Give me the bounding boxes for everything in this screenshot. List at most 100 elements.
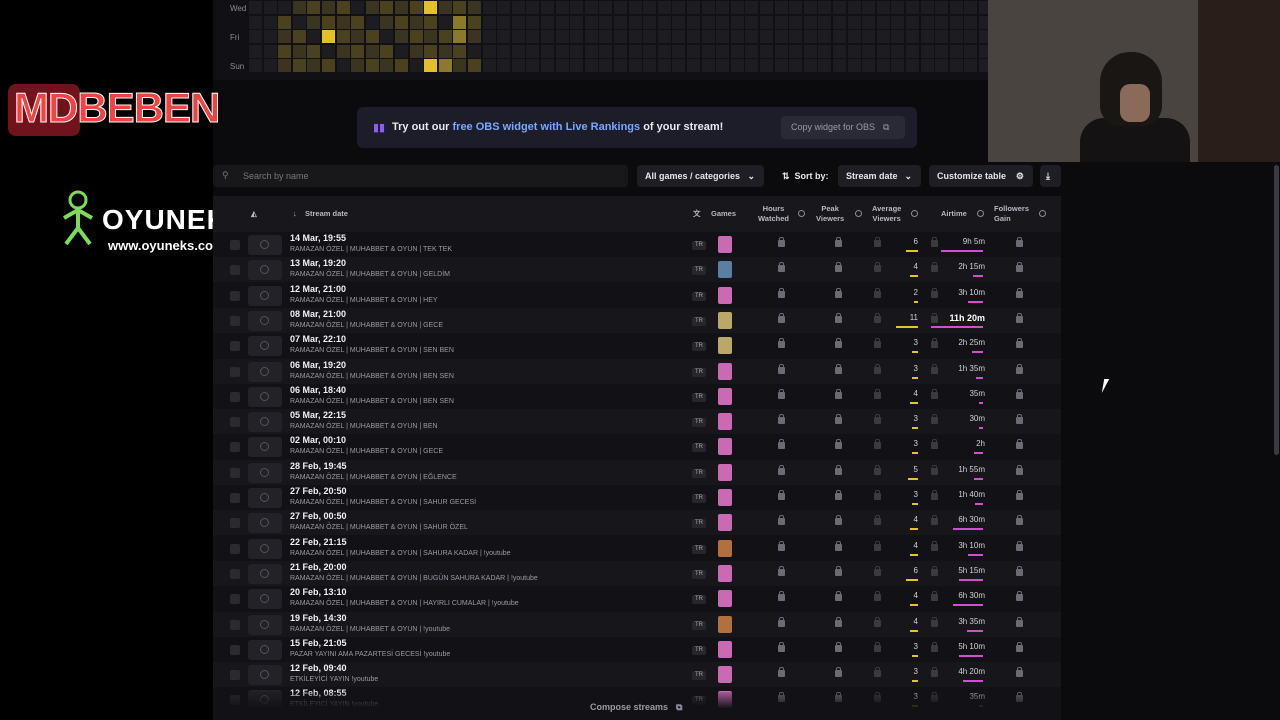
copy-widget-button[interactable]: Copy widget for OBS ⧉ bbox=[781, 116, 905, 139]
search-input[interactable]: ⚲ Search by name bbox=[213, 165, 628, 187]
table-row[interactable]: 02 Mar, 00:10 RAMAZAN ÖZEL | MUHABBET & O… bbox=[213, 434, 1061, 459]
stream-thumbnail[interactable] bbox=[248, 336, 282, 357]
col-peak-viewers[interactable]: Peak Viewers bbox=[816, 204, 844, 224]
row-checkbox[interactable] bbox=[230, 265, 240, 276]
stream-thumbnail[interactable] bbox=[248, 437, 282, 458]
game-cover-icon[interactable] bbox=[718, 261, 732, 279]
table-row[interactable]: 12 Mar, 21:00 RAMAZAN ÖZEL | MUHABBET & O… bbox=[213, 283, 1061, 308]
row-checkbox[interactable] bbox=[230, 315, 240, 326]
game-cover-icon[interactable] bbox=[718, 489, 732, 506]
table-row[interactable]: 28 Feb, 19:45 RAMAZAN ÖZEL | MUHABBET & O… bbox=[213, 459, 1061, 485]
row-checkbox[interactable] bbox=[230, 417, 240, 428]
stream-thumbnail[interactable] bbox=[248, 589, 282, 610]
game-cover-icon[interactable] bbox=[718, 564, 732, 582]
table-row[interactable]: 19 Feb, 14:30 RAMAZAN ÖZEL | MUHABBET & O… bbox=[213, 611, 1061, 637]
table-row[interactable]: 15 Feb, 21:05 PAZAR YAYINI AMA PAZARTESİ … bbox=[213, 637, 1061, 662]
col-avg-viewers[interactable]: Average Viewers bbox=[872, 204, 901, 224]
airtime-bar bbox=[953, 528, 983, 531]
table-row[interactable]: 21 Feb, 20:00 RAMAZAN ÖZEL | MUHABBET & O… bbox=[213, 560, 1061, 586]
col-hours-watched[interactable]: Hours Watched bbox=[758, 204, 789, 224]
col-games[interactable]: Games bbox=[711, 209, 736, 219]
table-row[interactable]: 06 Mar, 19:20 RAMAZAN ÖZEL | MUHABBET & O… bbox=[213, 358, 1061, 384]
row-checkbox[interactable] bbox=[230, 467, 240, 478]
table-row[interactable]: 13 Mar, 19:20 RAMAZAN ÖZEL | MUHABBET & O… bbox=[213, 257, 1061, 283]
row-checkbox[interactable] bbox=[230, 442, 240, 453]
row-checkbox[interactable] bbox=[230, 341, 240, 352]
game-cover-icon[interactable] bbox=[718, 615, 732, 633]
row-checkbox[interactable] bbox=[230, 493, 240, 503]
avg-viewers-bar bbox=[914, 300, 918, 303]
stream-thumbnail[interactable] bbox=[248, 614, 282, 635]
stream-thumbnail[interactable] bbox=[248, 665, 282, 686]
stream-thumbnail[interactable] bbox=[248, 488, 282, 508]
game-cover-icon[interactable] bbox=[718, 413, 732, 431]
row-checkbox[interactable] bbox=[230, 518, 240, 529]
game-cover-icon[interactable] bbox=[718, 362, 732, 380]
row-checkbox[interactable] bbox=[230, 644, 240, 655]
stream-thumbnail[interactable] bbox=[248, 563, 282, 584]
table-row[interactable]: 08 Mar, 21:00 RAMAZAN ÖZEL | MUHABBET & O… bbox=[213, 307, 1061, 333]
row-checkbox[interactable] bbox=[230, 568, 240, 579]
stream-thumbnail[interactable] bbox=[248, 260, 282, 281]
customize-table-button[interactable]: Customize table ⚙ bbox=[929, 165, 1033, 187]
stream-thumbnail[interactable] bbox=[248, 412, 282, 433]
stream-thumbnail[interactable] bbox=[248, 310, 282, 331]
table-row[interactable]: 27 Feb, 20:50 RAMAZAN ÖZEL | MUHABBET & O… bbox=[213, 485, 1061, 510]
compose-streams-button[interactable]: Compose streams ⧉ bbox=[590, 702, 682, 713]
game-cover-icon[interactable] bbox=[718, 387, 732, 405]
game-cover-icon[interactable] bbox=[718, 236, 732, 253]
game-cover-icon[interactable] bbox=[718, 666, 732, 684]
game-cover-icon[interactable] bbox=[718, 337, 732, 355]
row-checkbox[interactable] bbox=[230, 670, 240, 681]
info-icon[interactable] bbox=[1039, 210, 1046, 217]
info-icon[interactable] bbox=[977, 210, 984, 217]
col-airtime[interactable]: Airtime bbox=[941, 209, 967, 219]
row-checkbox[interactable] bbox=[230, 240, 240, 250]
table-row[interactable]: 20 Feb, 13:10 RAMAZAN ÖZEL | MUHABBET & O… bbox=[213, 586, 1061, 611]
info-icon[interactable] bbox=[798, 210, 805, 217]
stream-thumbnail[interactable] bbox=[248, 462, 282, 483]
obs-widget-link[interactable]: free OBS widget with Live Rankings bbox=[453, 121, 641, 133]
table-row[interactable]: 27 Feb, 00:50 RAMAZAN ÖZEL | MUHABBET & O… bbox=[213, 510, 1061, 536]
game-cover-icon[interactable] bbox=[718, 438, 732, 456]
row-checkbox[interactable] bbox=[230, 290, 240, 301]
game-cover-icon[interactable] bbox=[718, 311, 732, 329]
stream-thumbnail[interactable] bbox=[248, 513, 282, 534]
export-button[interactable]: ⤓ bbox=[1040, 165, 1061, 187]
game-cover-icon[interactable] bbox=[718, 514, 732, 532]
row-checkbox[interactable] bbox=[230, 594, 240, 605]
row-checkbox[interactable] bbox=[230, 391, 240, 402]
game-cover-icon[interactable] bbox=[718, 286, 732, 304]
sort-dropdown[interactable]: Stream date ⌄ bbox=[838, 165, 921, 187]
game-cover-icon[interactable] bbox=[718, 590, 732, 608]
stream-thumbnail[interactable] bbox=[248, 538, 282, 559]
lock-icon bbox=[835, 591, 842, 602]
game-cover-icon[interactable] bbox=[718, 539, 732, 557]
info-icon[interactable] bbox=[911, 210, 918, 217]
stream-thumbnail[interactable] bbox=[248, 285, 282, 306]
stream-title: RAMAZAN ÖZEL | MUHABBET & OYUN | SEN BEN bbox=[290, 347, 454, 355]
col-followers-gain[interactable]: Followers Gain bbox=[994, 204, 1029, 224]
stream-thumbnail[interactable] bbox=[248, 235, 282, 255]
row-checkbox[interactable] bbox=[230, 543, 240, 554]
table-row[interactable]: 06 Mar, 18:40 RAMAZAN ÖZEL | MUHABBET & O… bbox=[213, 384, 1061, 409]
row-checkbox[interactable] bbox=[230, 619, 240, 630]
heatmap-cell bbox=[409, 44, 423, 58]
stream-thumbnail[interactable] bbox=[248, 639, 282, 660]
page-scrollbar[interactable] bbox=[1274, 165, 1279, 455]
table-row[interactable]: 22 Feb, 21:15 RAMAZAN ÖZEL | MUHABBET & O… bbox=[213, 536, 1061, 561]
table-row[interactable]: 12 Feb, 09:40 ETKİLEYİCİ YAYIN !youtube TR… bbox=[213, 662, 1061, 688]
download-icon: ⤓ bbox=[1046, 171, 1050, 181]
table-row[interactable]: 14 Mar, 19:55 RAMAZAN ÖZEL | MUHABBET & O… bbox=[213, 232, 1061, 257]
table-row[interactable]: 05 Mar, 22:15 RAMAZAN ÖZEL | MUHABBET & O… bbox=[213, 409, 1061, 435]
game-cover-icon[interactable] bbox=[718, 640, 732, 658]
col-stream-date[interactable]: Stream date bbox=[305, 209, 348, 219]
info-icon[interactable] bbox=[855, 210, 862, 217]
stream-title: RAMAZAN ÖZEL | MUHABBET & OYUN | HEY bbox=[290, 296, 438, 304]
stream-thumbnail[interactable] bbox=[248, 386, 282, 407]
games-filter-dropdown[interactable]: All games / categories ⌄ bbox=[637, 165, 764, 187]
stream-thumbnail[interactable] bbox=[248, 361, 282, 382]
table-row[interactable]: 07 Mar, 22:10 RAMAZAN ÖZEL | MUHABBET & O… bbox=[213, 333, 1061, 358]
row-checkbox[interactable] bbox=[230, 366, 240, 377]
game-cover-icon[interactable] bbox=[718, 463, 732, 481]
